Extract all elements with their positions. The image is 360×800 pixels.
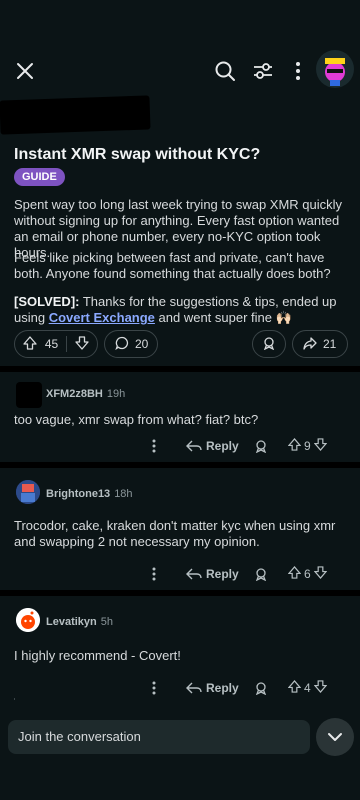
- vote-count: 6: [304, 567, 311, 581]
- post-paragraph: Feels like picking between fast and priv…: [14, 250, 331, 281]
- comment-username[interactable]: Brightone13 18h: [46, 488, 133, 500]
- upvote-icon[interactable]: [287, 438, 302, 454]
- downvote-icon[interactable]: [313, 680, 328, 696]
- award-icon: [262, 336, 276, 353]
- share-count: 21: [323, 337, 337, 351]
- more-icon[interactable]: [286, 56, 310, 86]
- comments-button[interactable]: 20: [104, 330, 158, 358]
- comment-votes: 4: [287, 676, 328, 700]
- username-text[interactable]: Levatikyn: [46, 616, 97, 628]
- comment-body: I highly recommend - Covert!: [14, 648, 181, 663]
- more-icon[interactable]: [152, 676, 156, 700]
- award-icon[interactable]: [254, 434, 268, 458]
- join-conversation-input[interactable]: Join the conversation: [8, 720, 310, 754]
- award-button[interactable]: [252, 330, 286, 358]
- more-icon[interactable]: [152, 434, 156, 458]
- search-icon[interactable]: [210, 56, 240, 86]
- divider: [0, 462, 360, 468]
- share-icon: [303, 336, 317, 353]
- divider: [0, 590, 360, 596]
- username-text[interactable]: Brightone13: [46, 488, 110, 500]
- award-icon[interactable]: [254, 676, 268, 700]
- covert-exchange-link[interactable]: Covert Exchange: [49, 310, 155, 325]
- post-title: Instant XMR swap without KYC?: [14, 146, 261, 163]
- username-text[interactable]: XFM2z8BH: [46, 388, 103, 400]
- comment-votes: 9: [287, 434, 328, 458]
- top-bar: [0, 0, 360, 96]
- comment-actions: Reply 6: [0, 562, 360, 586]
- downvote-icon[interactable]: [75, 335, 89, 353]
- vote-divider: [66, 336, 68, 352]
- comment-count: 20: [135, 337, 149, 351]
- comment-votes: 6: [287, 562, 328, 586]
- redacted-author: [0, 95, 151, 135]
- more-icon[interactable]: [152, 562, 156, 586]
- reply-button[interactable]: Reply: [186, 434, 239, 458]
- reply-label: Reply: [206, 681, 239, 695]
- chevron-down-icon[interactable]: [316, 718, 354, 756]
- comment-time: 5h: [100, 616, 113, 628]
- close-icon[interactable]: [10, 56, 40, 86]
- comment-actions: Reply 4: [0, 676, 360, 700]
- comment-username[interactable]: Levatikyn 5h: [46, 616, 113, 628]
- share-button[interactable]: 21: [292, 330, 348, 358]
- upvote-icon[interactable]: [23, 335, 37, 353]
- vote-count: 9: [304, 439, 311, 453]
- vote-pill: 45: [14, 330, 98, 358]
- reply-label: Reply: [206, 567, 239, 581]
- reply-label: Reply: [206, 439, 239, 453]
- comment-body: too vague, xmr swap from what? fiat? btc…: [14, 412, 259, 427]
- downvote-icon[interactable]: [313, 566, 328, 582]
- comment-body: Trocodor, cake, kraken don't matter kyc …: [14, 518, 336, 549]
- filter-icon[interactable]: [248, 56, 278, 86]
- post-paragraph-solved: [SOLVED]: Thanks for the suggestions & t…: [14, 294, 350, 326]
- divider: [0, 366, 360, 372]
- downvote-icon[interactable]: [313, 438, 328, 454]
- bottom-bar: Join the conversation: [0, 700, 360, 800]
- upvote-count: 45: [44, 337, 59, 351]
- redacted-avatar: [16, 382, 42, 408]
- comment-time: 19h: [106, 388, 126, 400]
- solved-label: [SOLVED]:: [14, 294, 80, 309]
- comment-time: 18h: [114, 488, 133, 500]
- vote-count: 4: [304, 681, 311, 695]
- comment-actions: Reply 9: [0, 434, 360, 458]
- comment-avatar: [16, 608, 40, 632]
- user-avatar[interactable]: [316, 50, 354, 88]
- comment-avatar: [16, 480, 40, 504]
- comment-icon: [115, 336, 129, 353]
- comment-username[interactable]: XFM2z8BH 19h: [46, 388, 125, 400]
- upvote-icon[interactable]: [287, 680, 302, 696]
- solved-text-end: and went super fine 🙌🏻: [154, 310, 292, 325]
- reply-button[interactable]: Reply: [186, 676, 239, 700]
- award-icon[interactable]: [254, 562, 268, 586]
- reply-button[interactable]: Reply: [186, 562, 239, 586]
- flair-badge[interactable]: GUIDE: [14, 168, 65, 186]
- upvote-icon[interactable]: [287, 566, 302, 582]
